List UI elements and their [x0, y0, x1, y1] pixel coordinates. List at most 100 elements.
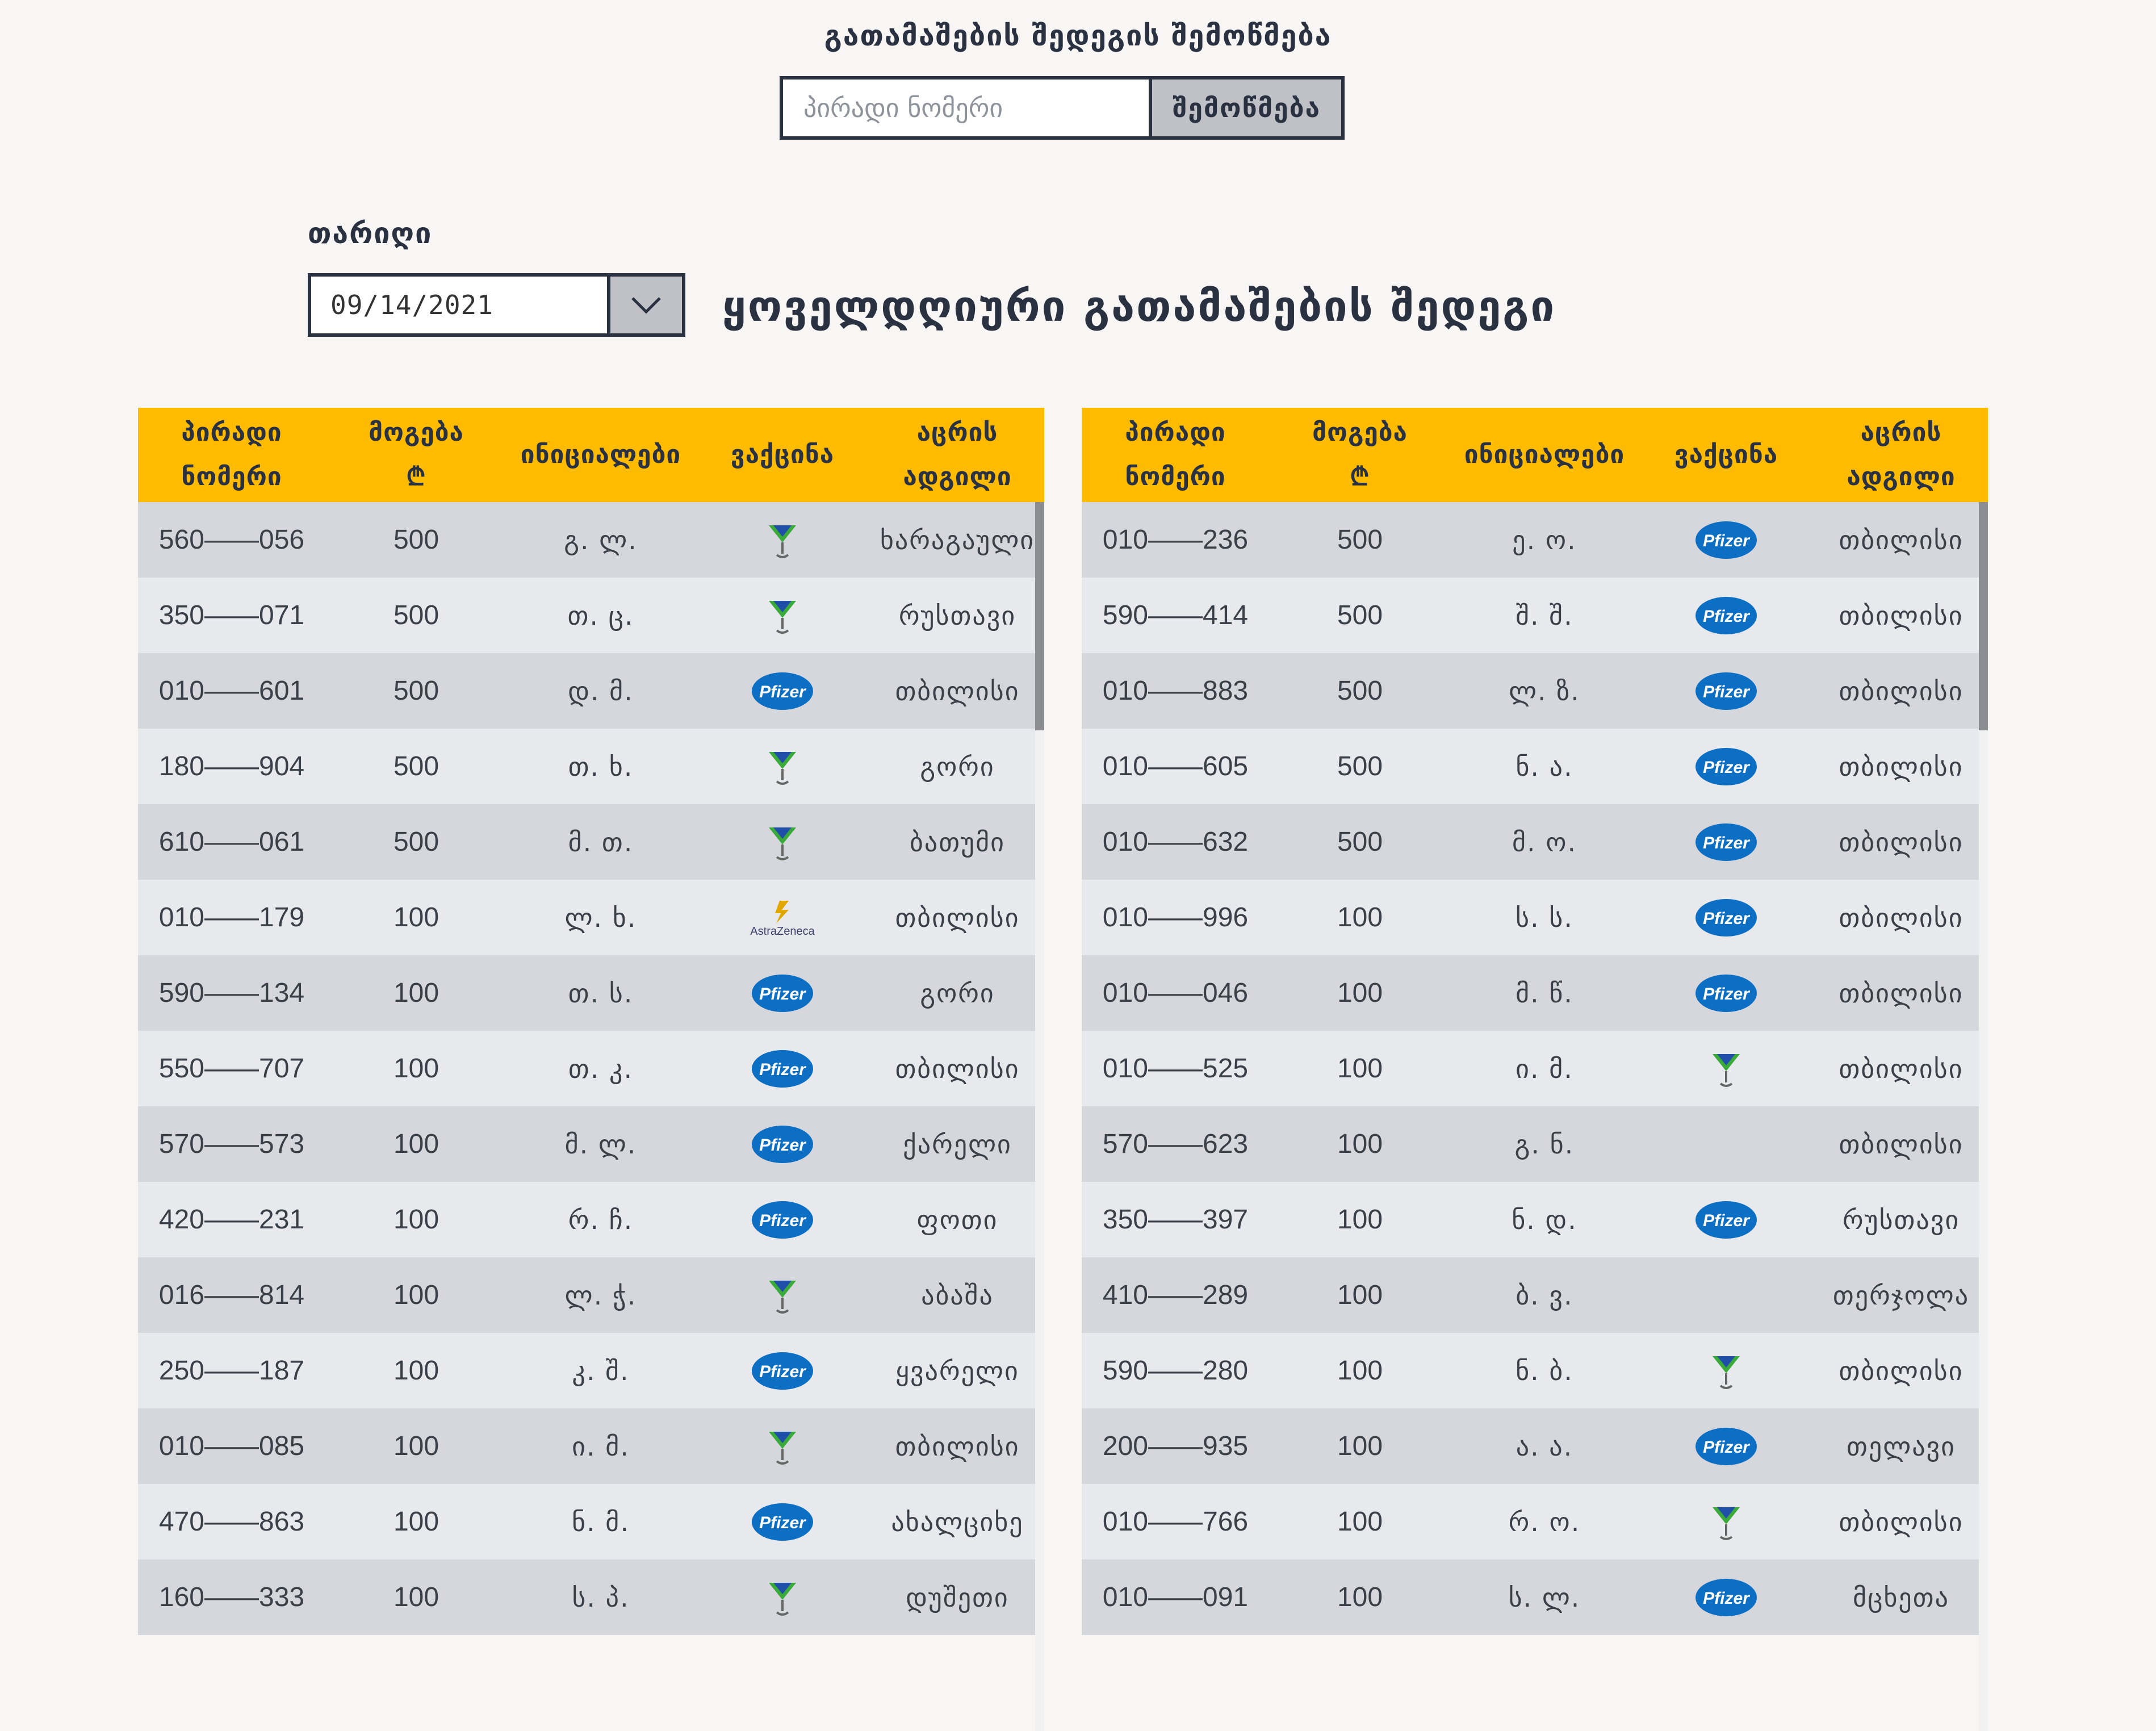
cell-place: თბილისი — [1839, 751, 1964, 782]
date-dropdown-button[interactable] — [607, 277, 682, 333]
sinopharm-logo-icon — [765, 1577, 799, 1618]
cell-initials: მ. თ. — [568, 826, 634, 858]
col-prize: მოგება ₾ — [369, 418, 464, 491]
col-place: აცრის ადგილი — [903, 418, 1012, 491]
cell-prize: 500 — [393, 600, 439, 630]
table-row: 350——397 100 ნ. დ. Pfizer რუსთავი — [1082, 1182, 1988, 1257]
cell-place: რუსთავი — [898, 600, 1016, 631]
sinopharm-logo-icon — [1709, 1502, 1743, 1542]
table-row: 590——414 500 შ. შ. Pfizer თბილისი — [1082, 578, 1988, 653]
cell-prize: 500 — [1337, 751, 1383, 781]
table-body[interactable]: 560——056 500 გ. ლ. ხარაგაული 350——071 500 თ. ც… — [138, 502, 1044, 1731]
cell-initials: ი. მ. — [1516, 1053, 1573, 1084]
sinopharm-logo-icon — [765, 1275, 799, 1316]
cell-place: ქარელი — [903, 1128, 1012, 1160]
pfizer-logo-icon: Pfizer — [751, 1351, 814, 1391]
table-row: 470——863 100 ნ. მ. Pfizer ახალციხე — [138, 1484, 1044, 1559]
cell-vaccine: Pfizer — [1638, 747, 1814, 787]
cell-initials: კ. შ. — [572, 1355, 630, 1386]
date-value[interactable]: 09/14/2021 — [311, 277, 607, 333]
svg-text:Pfizer: Pfizer — [1703, 985, 1751, 1004]
pfizer-logo-icon: Pfizer — [751, 1502, 814, 1542]
svg-text:Pfizer: Pfizer — [1703, 834, 1751, 852]
cell-place: ახალციხე — [891, 1506, 1024, 1537]
svg-text:Pfizer: Pfizer — [1703, 683, 1751, 701]
cell-prize: 100 — [1337, 1431, 1383, 1461]
table-row: 010——091 100 ს. ლ. Pfizer მცხეთა — [1082, 1559, 1988, 1635]
cell-prize: 100 — [1337, 902, 1383, 933]
cell-vaccine: Pfizer — [694, 1351, 870, 1391]
cell-initials: რ. ჩ. — [568, 1204, 634, 1235]
cell-prize: 100 — [1337, 1356, 1383, 1386]
results-table-right: პირადი ნომერი მოგება ₾ ინიციალები ვაქცინა … — [1082, 408, 1988, 1731]
cell-personal-number: 010——766 — [1102, 1507, 1249, 1537]
cell-vaccine: Pfizer — [1638, 822, 1814, 862]
cell-personal-number: 010——525 — [1102, 1053, 1249, 1084]
pfizer-logo-icon: Pfizer — [1694, 898, 1758, 938]
svg-text:Pfizer: Pfizer — [759, 1060, 807, 1079]
cell-vaccine: AstraZeneca — [694, 897, 870, 938]
cell-vaccine: Pfizer — [694, 1049, 870, 1089]
cell-prize: 100 — [393, 1053, 439, 1084]
cell-initials: ბ. ვ. — [1516, 1280, 1573, 1311]
scroll-thumb[interactable] — [1979, 502, 1988, 730]
cell-initials: მ. ლ. — [564, 1128, 637, 1160]
cell-place: თბილისი — [1839, 1053, 1964, 1084]
cell-place: თელავი — [1847, 1431, 1956, 1462]
cell-personal-number: 350——071 — [158, 600, 305, 630]
cell-personal-number: 350——397 — [1102, 1205, 1249, 1235]
cell-vaccine — [694, 746, 870, 787]
check-button[interactable]: შემოწმება — [1152, 80, 1341, 136]
cell-personal-number: 010——236 — [1102, 525, 1249, 555]
cell-personal-number: 570——623 — [1102, 1129, 1249, 1159]
cell-personal-number: 610——061 — [158, 827, 305, 857]
svg-text:Pfizer: Pfizer — [1703, 1211, 1751, 1230]
cell-initials: ნ. დ. — [1512, 1204, 1577, 1235]
sinopharm-logo-icon — [765, 1426, 799, 1467]
table-row: 010——236 500 ე. ო. Pfizer თბილისი — [1082, 502, 1988, 578]
table-row: 200——935 100 ა. ა. Pfizer თელავი — [1082, 1408, 1988, 1484]
cell-initials: შ. შ. — [1516, 600, 1573, 631]
cell-initials: ი. მ. — [572, 1431, 630, 1462]
cell-initials: ს. ს. — [1516, 902, 1573, 933]
col-vaccine: ვაქცინა — [1674, 440, 1778, 469]
svg-text:Pfizer: Pfizer — [759, 985, 807, 1004]
cell-prize: 100 — [393, 902, 439, 933]
results-check-form: შემოწმება — [780, 76, 1345, 140]
col-initials: ინიციალები — [520, 440, 681, 469]
col-vaccine: ვაქცინა — [730, 440, 835, 469]
cell-initials: ე. ო. — [1512, 524, 1577, 555]
col-prize: მოგება ₾ — [1312, 418, 1408, 491]
cell-initials: დ. მ. — [568, 675, 634, 706]
cell-place: აბაშა — [921, 1280, 994, 1311]
cell-vaccine: Pfizer — [1638, 973, 1814, 1013]
date-picker[interactable]: 09/14/2021 — [308, 273, 685, 337]
scrollbar[interactable] — [1035, 502, 1044, 1731]
table-row: 410——289 100 ბ. ვ. თერჯოლა — [1082, 1257, 1988, 1333]
cell-prize: 100 — [1337, 1129, 1383, 1159]
table-row: 590——134 100 თ. ს. Pfizer გორი — [138, 955, 1044, 1031]
table-body[interactable]: 010——236 500 ე. ო. Pfizer თბილისი 590——414 500… — [1082, 502, 1988, 1731]
cell-prize: 100 — [1337, 1053, 1383, 1084]
personal-number-input[interactable] — [783, 80, 1152, 136]
cell-personal-number: 410——289 — [1102, 1280, 1249, 1310]
cell-place: თბილისი — [895, 675, 1020, 706]
cell-personal-number: 420——231 — [158, 1205, 305, 1235]
cell-prize: 100 — [1337, 1280, 1383, 1310]
cell-initials: ნ. ა. — [1516, 751, 1573, 782]
table-row: 010——766 100 რ. ო. თბილისი — [1082, 1484, 1988, 1559]
table-row: 180——904 500 თ. ხ. გორი — [138, 729, 1044, 804]
table-row: 010——085 100 ი. მ. თბილისი — [138, 1408, 1044, 1484]
cell-vaccine — [694, 520, 870, 561]
cell-vaccine: Pfizer — [694, 1200, 870, 1240]
cell-place: გორი — [920, 751, 995, 782]
scrollbar[interactable] — [1979, 502, 1988, 1731]
cell-personal-number: 200——935 — [1102, 1431, 1249, 1461]
cell-place: თბილისი — [1839, 1355, 1964, 1386]
pfizer-logo-icon: Pfizer — [751, 973, 814, 1013]
cell-place: თბილისი — [1839, 826, 1964, 858]
cell-personal-number: 010——605 — [1102, 751, 1249, 781]
cell-initials: ლ. ხ. — [564, 902, 637, 933]
cell-vaccine: Pfizer — [1638, 596, 1814, 635]
scroll-thumb[interactable] — [1035, 502, 1044, 730]
